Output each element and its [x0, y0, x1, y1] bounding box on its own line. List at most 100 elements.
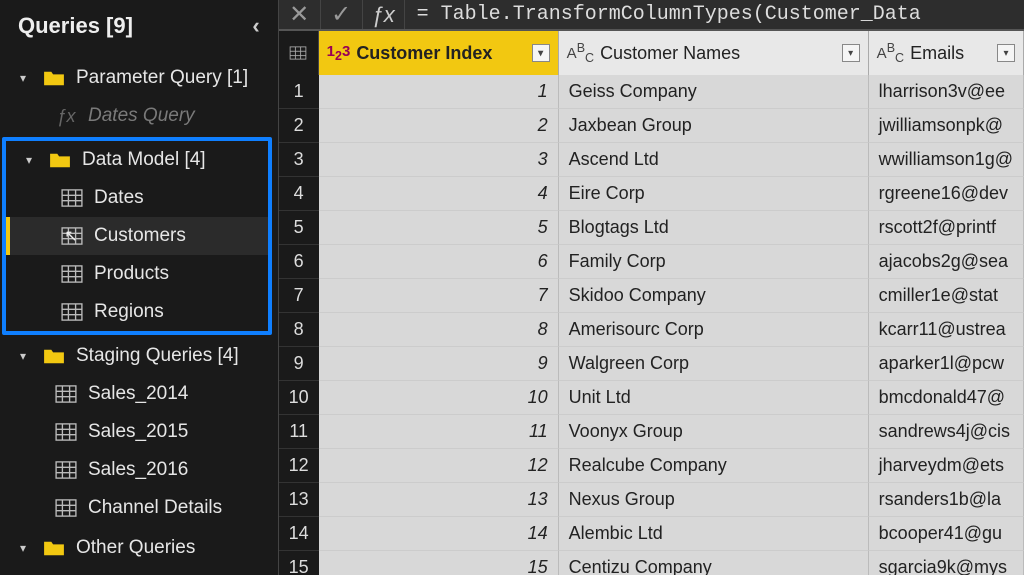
query-group-header[interactable]: ▾Other Queries [0, 529, 278, 567]
row-header[interactable]: 15 [279, 551, 319, 575]
cell-name[interactable]: Jaxbean Group [559, 109, 869, 143]
table-row[interactable]: 77Skidoo Companycmiller1e@stat [279, 279, 1024, 313]
cell-email[interactable]: lharrison3v@ee [869, 75, 1024, 109]
cell-index[interactable]: 14 [319, 517, 559, 551]
cell-email[interactable]: jwilliamsonpk@ [869, 109, 1024, 143]
cell-email[interactable]: sgarcia9k@mys [869, 551, 1024, 575]
cell-email[interactable]: sandrews4j@cis [869, 415, 1024, 449]
cell-name[interactable]: Amerisourc Corp [559, 313, 869, 347]
query-item[interactable]: Dates [6, 179, 268, 217]
cell-email[interactable]: rsanders1b@la [869, 483, 1024, 517]
query-item[interactable]: Sales_2016 [0, 451, 278, 489]
cell-name[interactable]: Realcube Company [559, 449, 869, 483]
table-row[interactable]: 33Ascend Ltdwwilliamson1g@ [279, 143, 1024, 177]
query-item[interactable]: Sales_2015 [0, 413, 278, 451]
sidebar-collapse-button[interactable]: ‹ [252, 13, 259, 39]
formula-cancel-button[interactable]: ✕ [279, 0, 321, 29]
table-row[interactable]: 88Amerisourc Corpkcarr11@ustrea [279, 313, 1024, 347]
cell-email[interactable]: ajacobs2g@sea [869, 245, 1024, 279]
row-header[interactable]: 2 [279, 109, 319, 143]
cell-index[interactable]: 11 [319, 415, 559, 449]
query-group-header[interactable]: ▾Data Model [4] [6, 141, 268, 179]
row-header[interactable]: 13 [279, 483, 319, 517]
cell-index[interactable]: 6 [319, 245, 559, 279]
column-filter-dropdown[interactable]: ▾ [997, 44, 1015, 62]
row-header[interactable]: 1 [279, 75, 319, 109]
cell-index[interactable]: 9 [319, 347, 559, 381]
cell-email[interactable]: rscott2f@printf [869, 211, 1024, 245]
cell-name[interactable]: Geiss Company [559, 75, 869, 109]
fx-icon[interactable]: ƒx [363, 0, 405, 29]
table-row[interactable]: 1313Nexus Grouprsanders1b@la [279, 483, 1024, 517]
cell-name[interactable]: Walgreen Corp [559, 347, 869, 381]
row-header[interactable]: 6 [279, 245, 319, 279]
column-filter-dropdown[interactable]: ▾ [532, 44, 550, 62]
row-header[interactable]: 3 [279, 143, 319, 177]
row-header[interactable]: 11 [279, 415, 319, 449]
query-item[interactable]: ƒxDates Query [0, 97, 278, 135]
column-header[interactable]: ABCCustomer Names▾ [559, 31, 869, 75]
cell-index[interactable]: 8 [319, 313, 559, 347]
table-row[interactable]: 1212Realcube Companyjharveydm@ets [279, 449, 1024, 483]
row-header[interactable]: 10 [279, 381, 319, 415]
cell-index[interactable]: 13 [319, 483, 559, 517]
column-filter-dropdown[interactable]: ▾ [842, 44, 860, 62]
row-header[interactable]: 9 [279, 347, 319, 381]
cell-index[interactable]: 1 [319, 75, 559, 109]
row-header[interactable]: 7 [279, 279, 319, 313]
cell-index[interactable]: 7 [319, 279, 559, 313]
table-row[interactable]: 44Eire Corprgreene16@dev [279, 177, 1024, 211]
row-header[interactable]: 5 [279, 211, 319, 245]
column-header[interactable]: ABCEmails▾ [869, 31, 1024, 75]
table-row[interactable]: 1111Voonyx Groupsandrews4j@cis [279, 415, 1024, 449]
grid-corner-cell[interactable] [279, 31, 319, 75]
table-row[interactable]: 99Walgreen Corpaparker1l@pcw [279, 347, 1024, 381]
query-item[interactable]: Channel Details [0, 489, 278, 527]
cell-name[interactable]: Ascend Ltd [559, 143, 869, 177]
row-header[interactable]: 4 [279, 177, 319, 211]
row-header[interactable]: 14 [279, 517, 319, 551]
cell-index[interactable]: 5 [319, 211, 559, 245]
table-row[interactable]: 1010Unit Ltdbmcdonald47@ [279, 381, 1024, 415]
cell-index[interactable]: 15 [319, 551, 559, 575]
cell-name[interactable]: Voonyx Group [559, 415, 869, 449]
cell-email[interactable]: wwilliamson1g@ [869, 143, 1024, 177]
cell-index[interactable]: 10 [319, 381, 559, 415]
table-row[interactable]: 22Jaxbean Groupjwilliamsonpk@ [279, 109, 1024, 143]
query-item[interactable]: Customers↖ [6, 217, 268, 255]
cell-email[interactable]: jharveydm@ets [869, 449, 1024, 483]
cell-index[interactable]: 2 [319, 109, 559, 143]
cell-name[interactable]: Eire Corp [559, 177, 869, 211]
cell-email[interactable]: rgreene16@dev [869, 177, 1024, 211]
cell-email[interactable]: kcarr11@ustrea [869, 313, 1024, 347]
cell-name[interactable]: Family Corp [559, 245, 869, 279]
cell-name[interactable]: Blogtags Ltd [559, 211, 869, 245]
cell-name[interactable]: Centizu Company [559, 551, 869, 575]
table-row[interactable]: 55Blogtags Ltdrscott2f@printf [279, 211, 1024, 245]
table-row[interactable]: 11Geiss Companylharrison3v@ee [279, 75, 1024, 109]
cell-email[interactable]: bmcdonald47@ [869, 381, 1024, 415]
row-header[interactable]: 8 [279, 313, 319, 347]
cell-name[interactable]: Skidoo Company [559, 279, 869, 313]
cell-index[interactable]: 3 [319, 143, 559, 177]
table-row[interactable]: 66Family Corpajacobs2g@sea [279, 245, 1024, 279]
formula-commit-button[interactable]: ✓ [321, 0, 363, 29]
cell-name[interactable]: Alembic Ltd [559, 517, 869, 551]
table-row[interactable]: 1515Centizu Companysgarcia9k@mys [279, 551, 1024, 575]
cell-name[interactable]: Unit Ltd [559, 381, 869, 415]
cell-email[interactable]: aparker1l@pcw [869, 347, 1024, 381]
query-group-header[interactable]: ▾Parameter Query [1] [0, 59, 278, 97]
cell-email[interactable]: cmiller1e@stat [869, 279, 1024, 313]
row-header[interactable]: 12 [279, 449, 319, 483]
query-item[interactable]: Products [6, 255, 268, 293]
query-item[interactable]: Regions [6, 293, 268, 331]
table-row[interactable]: 1414Alembic Ltdbcooper41@gu [279, 517, 1024, 551]
query-item[interactable]: Sales_2014 [0, 375, 278, 413]
column-header[interactable]: 123Customer Index▾ [319, 31, 559, 75]
cell-index[interactable]: 4 [319, 177, 559, 211]
cell-name[interactable]: Nexus Group [559, 483, 869, 517]
formula-input[interactable] [405, 0, 1024, 29]
cell-email[interactable]: bcooper41@gu [869, 517, 1024, 551]
cell-index[interactable]: 12 [319, 449, 559, 483]
query-group-header[interactable]: ▾Staging Queries [4] [0, 337, 278, 375]
